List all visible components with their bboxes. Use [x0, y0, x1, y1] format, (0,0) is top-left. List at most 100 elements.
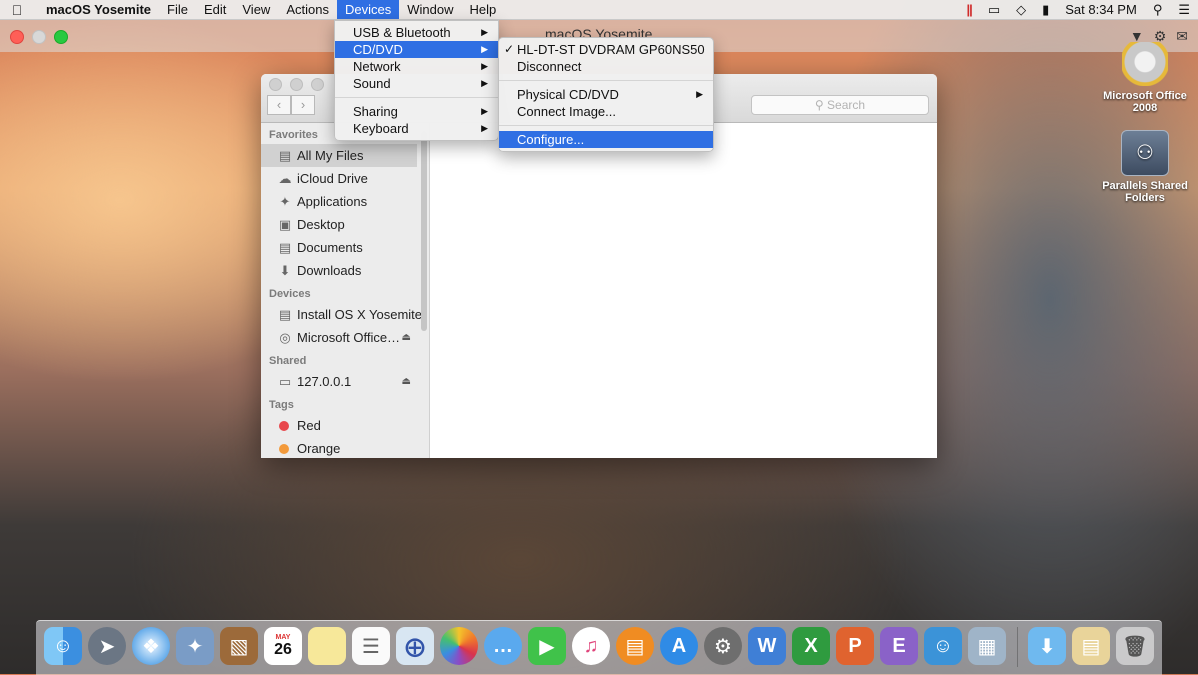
- sidebar-header-shared: Shared: [269, 355, 307, 367]
- sidebar-item-all-my-files[interactable]: ▤ All My Files: [261, 144, 417, 167]
- powerpoint-icon[interactable]: P: [836, 627, 874, 665]
- menu-file[interactable]: File: [159, 0, 196, 19]
- menu-actions[interactable]: Actions: [278, 0, 337, 19]
- finder-sidebar: Favorites ▤ All My Files ☁ iCloud Drive ✦ A…: [261, 123, 430, 458]
- document-connection-icon[interactable]: ▦: [968, 627, 1006, 665]
- finder-zoom-button[interactable]: [311, 78, 324, 91]
- notification-center-icon[interactable]: ☰: [1178, 2, 1190, 18]
- menu-help[interactable]: Help: [461, 0, 504, 19]
- menu-item-usb-bluetooth[interactable]: USB & Bluetooth ▶: [335, 24, 498, 41]
- close-button[interactable]: [10, 30, 24, 44]
- search-placeholder: Search: [827, 98, 866, 112]
- messages-icon[interactable]: …: [484, 627, 522, 665]
- forward-button[interactable]: ›: [291, 95, 315, 115]
- menu-item-cd-dvd[interactable]: CD/DVD ▶: [335, 41, 498, 58]
- menu-item-physical-cd-dvd[interactable]: Physical CD/DVD ▶: [499, 86, 713, 103]
- checkmark-icon: ✓: [504, 42, 515, 56]
- airplay-icon[interactable]: ▭: [988, 2, 1000, 18]
- launchpad-icon[interactable]: ➤: [88, 627, 126, 665]
- sidebar-item-shared-host[interactable]: ▭ 127.0.0.1 ⏏: [261, 370, 429, 393]
- sidebar-tag-orange[interactable]: Orange: [261, 437, 429, 458]
- all-files-icon: ▤: [278, 148, 292, 163]
- eject-icon[interactable]: ⏏: [402, 370, 411, 393]
- downloads-icon: ⬇: [279, 263, 291, 278]
- spotlight-icon[interactable]: ⚲: [1153, 2, 1163, 18]
- menu-item-disconnect[interactable]: Disconnect: [499, 58, 713, 75]
- menu-item-keyboard[interactable]: Keyboard ▶: [335, 120, 498, 137]
- documents-icon: ▤: [278, 240, 292, 255]
- wifi-icon[interactable]: ◇: [1016, 2, 1026, 18]
- menu-app-name[interactable]: macOS Yosemite: [34, 0, 159, 19]
- shared-folder-icon: ⚇: [1121, 130, 1169, 176]
- menu-item-connect-image[interactable]: Connect Image...: [499, 103, 713, 120]
- zoom-button[interactable]: [54, 30, 68, 44]
- dock-divider: [1017, 627, 1018, 667]
- excel-icon[interactable]: X: [792, 627, 830, 665]
- battery-icon[interactable]: ▮: [1042, 2, 1049, 18]
- menu-item-sharing[interactable]: Sharing ▶: [335, 103, 498, 120]
- reminders-icon[interactable]: ☰: [352, 627, 390, 665]
- finder-minimize-button[interactable]: [290, 78, 303, 91]
- eject-icon[interactable]: ⏏: [402, 326, 411, 349]
- itunes-icon[interactable]: ♫: [572, 627, 610, 665]
- finder-icon[interactable]: ☺: [44, 627, 82, 665]
- menu-item-network[interactable]: Network ▶: [335, 58, 498, 75]
- apple-icon[interactable]: : [0, 2, 34, 18]
- tag-color-dot: [279, 421, 289, 431]
- finder-close-button[interactable]: [269, 78, 282, 91]
- contacts-icon[interactable]: ▧: [220, 627, 258, 665]
- dock: ☺ ➤ ❖ ✦ ▧ MAY 26 ☰ ⨁ … ▶ ♫ ▤ A ⚙ W X P E…: [36, 620, 1162, 675]
- photos-icon[interactable]: [440, 627, 478, 665]
- sidebar-item-install-os-x[interactable]: ▤ Install OS X Yosemite: [261, 303, 429, 326]
- menu-item-drive[interactable]: ✓ HL-DT-ST DVDRAM GP60NS50: [499, 41, 713, 58]
- sidebar-tag-red[interactable]: Red: [261, 414, 429, 437]
- desktop-icon: ▣: [278, 217, 292, 232]
- desktop-icon-parallels-shared-folders[interactable]: ⚇ Parallels Shared Folders: [1095, 130, 1195, 204]
- menu-item-configure[interactable]: Configure...: [499, 131, 713, 148]
- menu-separator: [499, 125, 713, 126]
- back-button[interactable]: ‹: [267, 95, 291, 115]
- messenger-icon[interactable]: ☺: [924, 627, 962, 665]
- trash-icon[interactable]: 🗑: [1116, 627, 1154, 665]
- sidebar-header-tags: Tags: [269, 399, 294, 411]
- calendar-icon[interactable]: MAY 26: [264, 627, 302, 665]
- facetime-icon[interactable]: ▶: [528, 627, 566, 665]
- sidebar-item-documents[interactable]: ▤ Documents: [261, 236, 429, 259]
- system-preferences-icon[interactable]: ⚙: [704, 627, 742, 665]
- notes-icon[interactable]: [308, 627, 346, 665]
- desktop-icon-microsoft-office[interactable]: Microsoft Office 2008: [1095, 42, 1195, 114]
- clock[interactable]: Sat 8:34 PM: [1065, 2, 1137, 17]
- documents-stack-icon[interactable]: ▤: [1072, 627, 1110, 665]
- safari-icon[interactable]: ❖: [132, 627, 170, 665]
- sidebar-item-desktop[interactable]: ▣ Desktop: [261, 213, 429, 236]
- applications-icon: ✦: [279, 194, 291, 209]
- submenu-arrow-icon: ▶: [481, 78, 488, 88]
- search-field[interactable]: ⚲ Search: [751, 95, 929, 115]
- entourage-icon[interactable]: E: [880, 627, 918, 665]
- cd-icon: [1122, 42, 1168, 86]
- sidebar-item-downloads[interactable]: ⬇ Downloads: [261, 259, 429, 282]
- disk-icon: ▤: [278, 307, 292, 322]
- menu-window[interactable]: Window: [399, 0, 461, 19]
- calendar-day: 26: [274, 640, 292, 658]
- menu-view[interactable]: View: [234, 0, 278, 19]
- sidebar-header-devices: Devices: [269, 288, 311, 300]
- maps-icon[interactable]: ⨁: [396, 627, 434, 665]
- app-store-icon[interactable]: A: [660, 627, 698, 665]
- menu-separator: [499, 80, 713, 81]
- sidebar-item-icloud-drive[interactable]: ☁ iCloud Drive: [261, 167, 429, 190]
- parallels-icon[interactable]: ||: [967, 2, 973, 17]
- menu-edit[interactable]: Edit: [196, 0, 234, 19]
- minimize-button[interactable]: [32, 30, 46, 44]
- sidebar-item-microsoft-office[interactable]: ◎ Microsoft Office… ⏏: [261, 326, 429, 349]
- word-icon[interactable]: W: [748, 627, 786, 665]
- menu-item-sound[interactable]: Sound ▶: [335, 75, 498, 92]
- downloads-stack-icon[interactable]: ⬇: [1028, 627, 1066, 665]
- sidebar-item-applications[interactable]: ✦ Applications: [261, 190, 429, 213]
- submenu-arrow-icon: ▶: [481, 106, 488, 116]
- ibooks-icon[interactable]: ▤: [616, 627, 654, 665]
- menu-bar:  macOS Yosemite File Edit View Actions …: [0, 0, 1198, 20]
- sidebar-scrollbar[interactable]: [421, 131, 427, 331]
- mail-icon[interactable]: ✦: [176, 627, 214, 665]
- menu-devices[interactable]: Devices: [336, 0, 400, 19]
